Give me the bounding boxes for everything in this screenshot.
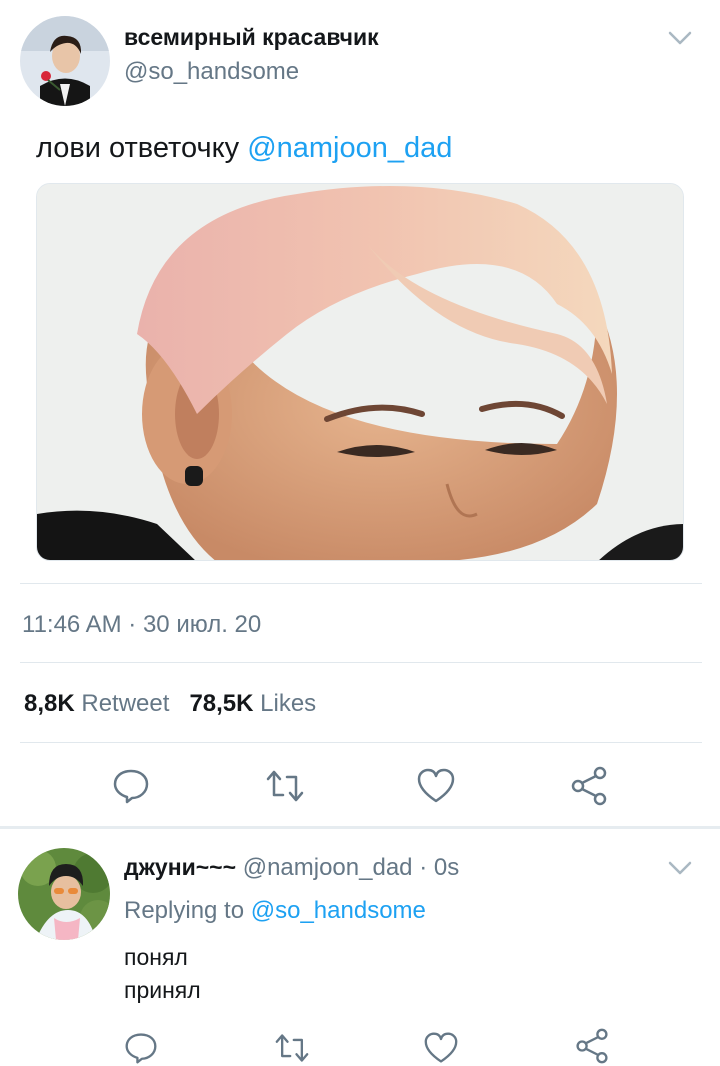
author-handle[interactable]: @so_handsome: [124, 58, 299, 86]
reply-time: · 0s: [419, 854, 460, 881]
chevron-down-icon[interactable]: [667, 860, 693, 876]
likes-count[interactable]: 78,5K: [189, 690, 253, 717]
replying-label: Replying to: [124, 897, 245, 924]
reply-author-avatar[interactable]: [18, 848, 110, 940]
like-icon[interactable]: [421, 1028, 461, 1066]
reply-icon[interactable]: [121, 1028, 161, 1066]
divider: [20, 583, 702, 584]
avatar-photo: [18, 848, 110, 940]
chevron-down-icon[interactable]: [667, 30, 693, 46]
reply-handle[interactable]: @namjoon_dad: [243, 854, 413, 881]
retweet-icon[interactable]: [272, 1028, 312, 1066]
author-display-name[interactable]: всемирный красавчик: [124, 24, 379, 51]
divider: [20, 742, 702, 743]
main-tweet: всемирный красавчик @so_handsome лови от…: [0, 0, 720, 828]
share-icon[interactable]: [569, 766, 609, 806]
mention-link[interactable]: @namjoon_dad: [247, 132, 452, 164]
avatar-photo: [20, 16, 110, 106]
reply-text-line: принял: [124, 977, 201, 1003]
tweet-timestamp[interactable]: 11:46 AM · 30 июл. 20: [22, 611, 261, 639]
tweet-stats: 8,8K Retweet 78,5K Likes: [24, 690, 316, 718]
retweets-count[interactable]: 8,8K: [24, 690, 75, 717]
reply-text-line: понял: [124, 944, 188, 970]
tweet-text: лови ответочку @namjoon_dad: [36, 132, 452, 165]
share-icon[interactable]: [572, 1026, 612, 1066]
like-icon[interactable]: [416, 766, 456, 806]
reply-display-name[interactable]: джуни~~~: [124, 854, 236, 880]
tweet-body: лови ответочку: [36, 132, 240, 164]
photo-face-closeup: [37, 184, 683, 560]
author-avatar[interactable]: [20, 16, 110, 106]
retweets-label[interactable]: Retweet: [81, 690, 169, 717]
likes-label[interactable]: Likes: [260, 690, 316, 717]
retweet-icon[interactable]: [265, 766, 305, 806]
replying-to-mention[interactable]: @so_handsome: [251, 897, 426, 924]
divider: [20, 662, 702, 663]
reply-icon[interactable]: [111, 766, 151, 806]
tweet-media-image[interactable]: [36, 183, 684, 561]
reply-header: джуни~~~ @namjoon_dad · 0s: [124, 854, 459, 882]
replying-to-line: Replying to @so_handsome: [124, 897, 426, 925]
section-separator: [0, 826, 720, 829]
